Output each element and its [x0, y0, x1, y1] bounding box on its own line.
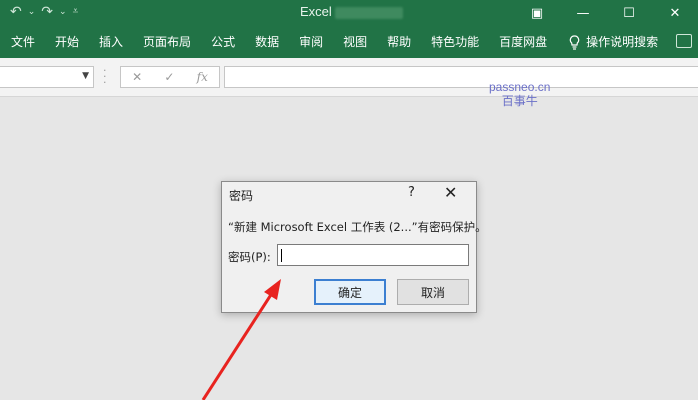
- annotation-arrow: [201, 279, 281, 400]
